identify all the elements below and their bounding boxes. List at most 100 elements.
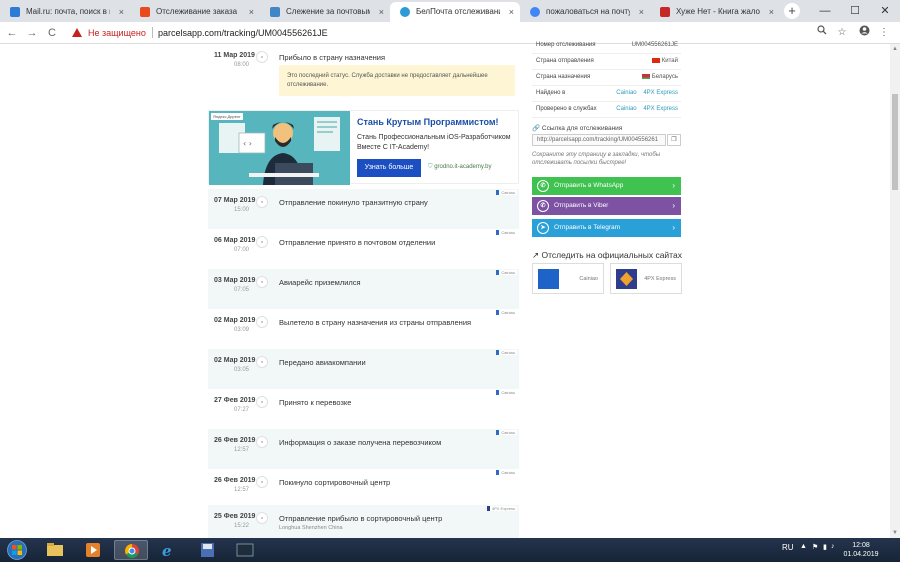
carrier-link-cainiao[interactable]: Cainiao [616,106,636,112]
close-tab-icon[interactable]: × [769,2,774,22]
belarus-flag-icon [641,74,650,79]
tab-mailru[interactable]: Mail.ru: почта, поиск в инт × [0,2,130,22]
scroll-thumb[interactable] [892,94,898,190]
4px-logo-icon [616,269,637,289]
carrier-link-cainiao[interactable]: Cainiao [616,90,636,96]
last-status-notice: Это последний статус. Служба доставки не… [279,65,515,96]
timeline-event: Cainiao 02 Мар 2019 03:05 Передано авиак… [208,349,519,389]
copy-icon[interactable]: ❐ [667,134,681,146]
event-text: Вылетело в страну назначения из страны о… [279,318,472,327]
address-bar[interactable]: Не защищено parcelsapp.com/tracking/UM00… [64,24,854,42]
viber-icon: ✆ [537,200,549,212]
taskbar-media-player-icon[interactable] [76,540,110,560]
new-tab-button[interactable]: + [784,3,800,19]
tab-postal-tracking[interactable]: Слежение за почтовыми × [260,2,390,22]
carrier-badge: Cainiao [496,190,517,195]
carrier-link-4px[interactable]: 4PX Express [643,106,678,112]
event-time: 07:05 [234,287,250,293]
event-location: Longhua Shenzhen China [279,525,343,531]
official-sites-title: ↗ Отследить на официальных сайтах [532,250,682,261]
tab-complain-post[interactable]: пожаловаться на почту Р × [520,2,650,22]
share-viber-button[interactable]: ✆ Отправить в Viber › [532,197,681,215]
reload-button[interactable]: C [44,25,60,41]
timeline-dot-icon [256,396,268,408]
tracking-link-input[interactable]: http://parcelsapp.com/tracking/UM0045562… [532,134,666,146]
event-time: 15:22 [234,523,250,529]
flag-tray-icon[interactable]: ⚑ [812,543,818,551]
windows-start-icon[interactable] [5,540,29,560]
ad-url-text: grodno.it-academy.by [434,164,492,170]
close-window-button[interactable]: ✕ [870,0,900,22]
chevron-right-icon: › [672,181,675,190]
taskbar-window-icon[interactable] [228,540,262,560]
share-telegram-button[interactable]: ➤ Отправить в Telegram › [532,219,681,237]
back-button[interactable]: ← [4,25,20,41]
close-tab-icon[interactable]: × [119,2,124,22]
detail-value-wrap: Беларусь [641,74,678,81]
close-tab-icon[interactable]: × [509,2,514,22]
ad-banner[interactable]: ‹ › Яндекс.Директ Стань Крутым Программи… [208,110,519,185]
official-site-4px[interactable]: 4PX Express [610,263,682,294]
detail-label: Найдено в [536,90,566,96]
ad-title[interactable]: Стань Крутым Программистом! [357,117,499,127]
star-icon[interactable]: ☆ [834,25,850,41]
close-tab-icon[interactable]: × [639,2,644,22]
detail-value: Беларусь [651,74,678,81]
ad-image[interactable]: ‹ › Яндекс.Директ [209,111,350,185]
account-icon[interactable] [856,25,872,41]
taskbar-explorer-icon[interactable] [38,540,72,560]
aliexpress-icon [140,7,150,17]
tab-belpochta[interactable]: БелПочта отслеживание × [390,2,520,22]
taskbar-save-app-icon[interactable] [190,540,224,560]
url-text[interactable]: parcelsapp.com/tracking/UM004556261JE [158,26,328,40]
taskbar-chrome-icon[interactable] [114,540,148,560]
ad-learn-more-button[interactable]: Узнать больше [357,159,421,177]
share-whatsapp-button[interactable]: ✆ Отправить в WhatsApp › [532,177,681,195]
scroll-down-icon[interactable]: ▼ [890,528,900,538]
tray-arrow-icon[interactable]: ▲ [800,543,807,550]
timeline-event: Cainiao 26 Фев 2019 12:57 Покинуло сорти… [208,469,519,509]
page-scrollbar[interactable]: ▲ ▼ [890,44,900,538]
detail-label: Проверено в службах [536,106,597,112]
event-text: Отправление покинуло транзитную страну [279,198,428,207]
share-label: Отправить в WhatsApp [554,182,624,189]
carrier-badge: Cainiao [496,350,517,355]
detail-value-wrap: Cainiao 4PX Express [616,90,678,96]
divider [152,27,153,38]
close-tab-icon[interactable]: × [249,2,254,22]
language-indicator[interactable]: RU [782,543,794,552]
event-text: Отправление прибыло в сортировочный цент… [279,514,443,523]
carrier-badge: 4PX Express [486,506,517,511]
bookmark-hint: Сохраните эту страницу в закладки, чтобы… [532,152,661,166]
warning-icon [72,28,82,37]
official-site-cainiao[interactable]: Cainiao [532,263,604,294]
ad-url[interactable]: ⛉ grodno.it-academy.by [428,164,491,171]
svg-text:‹ ›: ‹ › [243,139,252,148]
system-clock[interactable]: 12:08 01.04.2019 [836,541,886,559]
minimize-button[interactable]: — [810,0,840,22]
forward-button[interactable]: → [24,25,40,41]
telegram-icon: ➤ [537,222,549,234]
maximize-button[interactable]: ☐ [840,0,870,22]
search-icon[interactable] [814,25,830,41]
timeline-dot-icon [256,356,268,368]
close-tab-icon[interactable]: × [379,2,384,22]
scroll-up-icon[interactable]: ▲ [890,44,900,54]
carrier-link-4px[interactable]: 4PX Express [643,90,678,96]
timeline-dot-icon [256,236,268,248]
security-label[interactable]: Не защищено [88,26,146,40]
tab-order-tracking[interactable]: Отслеживание заказа × [130,2,260,22]
menu-icon[interactable]: ⋮ [876,25,892,41]
taskbar-ie-icon[interactable]: e [152,540,186,560]
link-icon: 🔗 [532,125,541,132]
timeline-event: Cainiao 07 Мар 2019 15:00 Отправление по… [208,189,519,229]
timeline-event: Cainiao 02 Мар 2019 03:09 Вылетело в стр… [208,309,519,349]
event-time: 15:00 [234,207,250,213]
event-time: 03:09 [234,327,250,333]
tab-khuzhe-net[interactable]: Хуже Нет - Книга жалоб × [650,2,780,22]
volume-icon[interactable]: ♪ [831,543,835,550]
windows-taskbar: e RU ▲ ⚑ ▮ ♪ 12:08 01.04.2019 [0,538,900,562]
network-icon[interactable]: ▮ [823,543,827,551]
tracking-link-label-text: Ссылка для отслеживания [541,125,623,132]
detail-label: Страна отправления [536,58,594,64]
